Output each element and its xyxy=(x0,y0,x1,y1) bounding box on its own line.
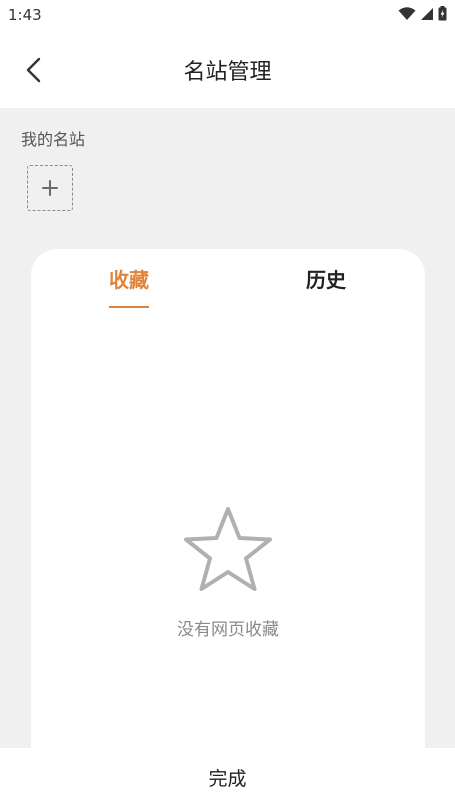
sites-card: 收藏 历史 没有网页收藏 xyxy=(31,249,425,769)
header: 名站管理 xyxy=(0,32,455,108)
done-button[interactable]: 完成 xyxy=(0,764,455,791)
empty-state-message: 没有网页收藏 xyxy=(177,620,279,640)
tab-history[interactable]: 历史 xyxy=(306,264,346,293)
signal-icon xyxy=(421,7,433,20)
add-site-button[interactable] xyxy=(27,165,73,211)
page-title: 名站管理 xyxy=(183,60,272,85)
active-tab-indicator xyxy=(109,306,149,308)
plus-icon xyxy=(42,180,58,196)
battery-icon xyxy=(438,6,447,21)
star-outline-icon xyxy=(184,507,272,591)
my-sites-label: 我的名站 xyxy=(21,130,86,149)
status-bar: 1:43 xyxy=(0,0,455,32)
status-icons xyxy=(398,6,447,21)
bottom-bar: 完成 xyxy=(0,748,455,808)
wifi-icon xyxy=(398,6,416,20)
tab-favorites[interactable]: 收藏 xyxy=(109,264,149,293)
status-time: 1:43 xyxy=(8,6,42,24)
